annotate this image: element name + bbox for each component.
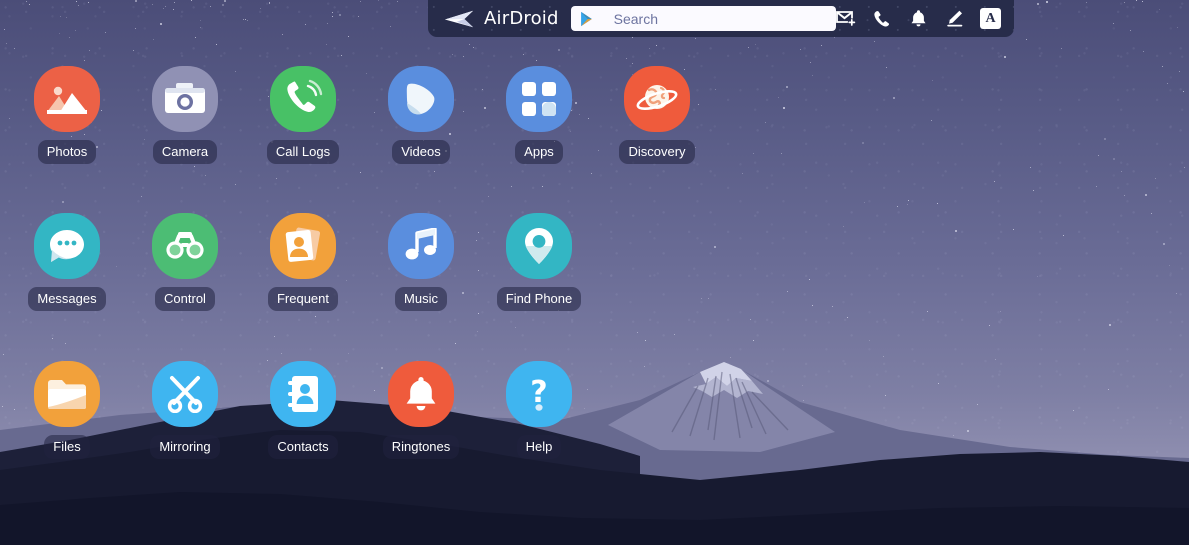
brand-name: AirDroid bbox=[484, 8, 559, 29]
find-phone-icon bbox=[506, 213, 572, 279]
frequent-icon bbox=[270, 213, 336, 279]
desktop-icon-mirroring[interactable]: Mirroring bbox=[126, 361, 244, 459]
desktop-icon-music[interactable]: Music bbox=[362, 213, 480, 311]
help-icon: ? bbox=[506, 361, 572, 427]
desktop-icon-label: Ringtones bbox=[382, 435, 460, 459]
desktop-icon-videos[interactable]: Videos bbox=[362, 66, 480, 164]
desktop-icon-contacts[interactable]: Contacts bbox=[244, 361, 362, 459]
desktop-icon-label: Files bbox=[44, 435, 90, 459]
airdroid-plane-icon bbox=[444, 10, 474, 27]
photos-icon bbox=[34, 66, 100, 132]
desktop-icon-label: Mirroring bbox=[150, 435, 220, 459]
desktop-icon-label: Camera bbox=[152, 140, 218, 164]
music-icon bbox=[388, 213, 454, 279]
desktop-icon-label: Music bbox=[395, 287, 447, 311]
apps-icon bbox=[506, 66, 572, 132]
camera-icon bbox=[152, 66, 218, 132]
desktop-icon-label: Contacts bbox=[268, 435, 338, 459]
phone-icon[interactable] bbox=[872, 9, 892, 29]
desktop-icon-ringtones[interactable]: Ringtones bbox=[362, 361, 480, 459]
desktop-icon-photos[interactable]: Photos bbox=[8, 66, 126, 164]
videos-icon bbox=[388, 66, 454, 132]
messages-icon bbox=[34, 213, 100, 279]
desktop-icon-label: Control bbox=[155, 287, 215, 311]
desktop-icon-control[interactable]: Control bbox=[126, 213, 244, 311]
control-icon bbox=[152, 213, 218, 279]
desktop-icon-label: Apps bbox=[515, 140, 563, 164]
desktop-icon-label: Frequent bbox=[267, 287, 339, 311]
desktop-icon-grid: Photos Camera Call Logs Videos Apps Disc… bbox=[0, 0, 1189, 545]
top-bar: AirDroid Search A bbox=[428, 0, 1014, 37]
pencil-icon[interactable] bbox=[944, 9, 964, 29]
desktop-icon-label: Messages bbox=[28, 287, 106, 311]
desktop-icon-discovery[interactable]: Discovery bbox=[598, 66, 716, 164]
discovery-icon bbox=[624, 66, 690, 132]
call-logs-icon bbox=[270, 66, 336, 132]
desktop-icon-find-phone[interactable]: Find Phone bbox=[480, 213, 598, 311]
desktop-icon-frequent[interactable]: Frequent bbox=[244, 213, 362, 311]
files-icon bbox=[34, 361, 100, 427]
account-badge[interactable]: A bbox=[980, 8, 1001, 29]
bell-icon[interactable] bbox=[908, 9, 928, 29]
desktop-icon-files[interactable]: Files bbox=[8, 361, 126, 459]
desktop-icon-camera[interactable]: Camera bbox=[126, 66, 244, 164]
desktop-icon-label: Videos bbox=[392, 140, 450, 164]
desktop-icon-label: Discovery bbox=[619, 140, 695, 164]
desktop-icon-apps[interactable]: Apps bbox=[480, 66, 598, 164]
search-box[interactable] bbox=[570, 6, 836, 31]
desktop-icon-call-logs[interactable]: Call Logs bbox=[244, 66, 362, 164]
google-play-triangle-icon bbox=[580, 11, 592, 26]
search-input[interactable] bbox=[613, 10, 828, 27]
desktop-icon-label: Find Phone bbox=[496, 287, 582, 311]
new-message-icon[interactable] bbox=[836, 9, 856, 29]
desktop-icon-label: Photos bbox=[37, 140, 97, 164]
toolbar-actions: A bbox=[836, 8, 1001, 29]
desktop-icon-label: Call Logs bbox=[266, 140, 340, 164]
desktop-icon-help[interactable]: ? Help bbox=[480, 361, 598, 459]
desktop-icon-messages[interactable]: Messages bbox=[8, 213, 126, 311]
ringtones-icon bbox=[388, 361, 454, 427]
brand: AirDroid bbox=[444, 8, 559, 29]
contacts-icon bbox=[270, 361, 336, 427]
desktop-icon-label: Help bbox=[516, 435, 562, 459]
mirroring-icon bbox=[152, 361, 218, 427]
